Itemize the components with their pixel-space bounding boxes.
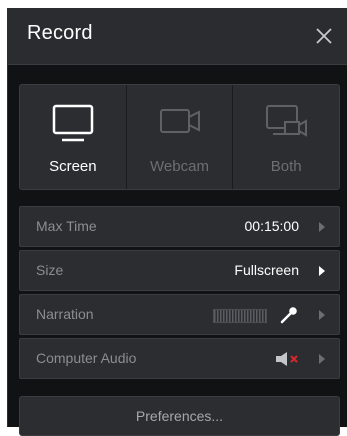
preferences-button[interactable]: Preferences... bbox=[19, 396, 340, 436]
window-title: Record bbox=[27, 22, 93, 44]
mode-screen-label: Screen bbox=[49, 158, 97, 175]
preferences-label: Preferences... bbox=[135, 408, 224, 424]
chevron-right-icon bbox=[319, 222, 325, 232]
monitor-webcam-icon bbox=[266, 105, 308, 137]
narration-row[interactable]: Narration bbox=[19, 294, 340, 335]
mode-webcam-button[interactable]: Webcam bbox=[127, 85, 234, 189]
chevron-right-icon bbox=[319, 266, 325, 276]
computer-audio-row[interactable]: Computer Audio bbox=[19, 338, 340, 379]
mode-screen-button[interactable]: Screen bbox=[20, 85, 127, 189]
monitor-icon bbox=[52, 104, 94, 142]
computer-audio-label: Computer Audio bbox=[36, 350, 137, 366]
narration-label: Narration bbox=[36, 306, 94, 322]
settings-list: Max Time 00:15:00 Size Fullscreen Narrat… bbox=[19, 206, 340, 382]
size-row[interactable]: Size Fullscreen bbox=[19, 250, 340, 291]
title-bar: Record bbox=[8, 9, 347, 65]
mode-webcam-label: Webcam bbox=[150, 158, 209, 175]
speaker-muted-icon bbox=[276, 352, 298, 366]
close-button[interactable] bbox=[313, 25, 335, 47]
max-time-value: 00:15:00 bbox=[244, 218, 300, 234]
size-label: Size bbox=[36, 262, 64, 278]
microphone-icon bbox=[280, 307, 297, 324]
record-panel: Record Screen Webcam Both Max Time 00:15… bbox=[7, 8, 347, 436]
close-icon bbox=[316, 28, 332, 44]
max-time-label: Max Time bbox=[36, 218, 97, 234]
max-time-row[interactable]: Max Time 00:15:00 bbox=[19, 206, 340, 247]
webcam-icon bbox=[159, 109, 200, 133]
mode-both-label: Both bbox=[270, 158, 302, 175]
mode-both-button[interactable]: Both bbox=[233, 85, 339, 189]
record-mode-selector: Screen Webcam Both bbox=[19, 84, 340, 190]
audio-level-meter bbox=[213, 309, 267, 323]
chevron-right-icon bbox=[319, 354, 325, 364]
chevron-right-icon bbox=[319, 310, 325, 320]
size-value: Fullscreen bbox=[234, 262, 299, 278]
